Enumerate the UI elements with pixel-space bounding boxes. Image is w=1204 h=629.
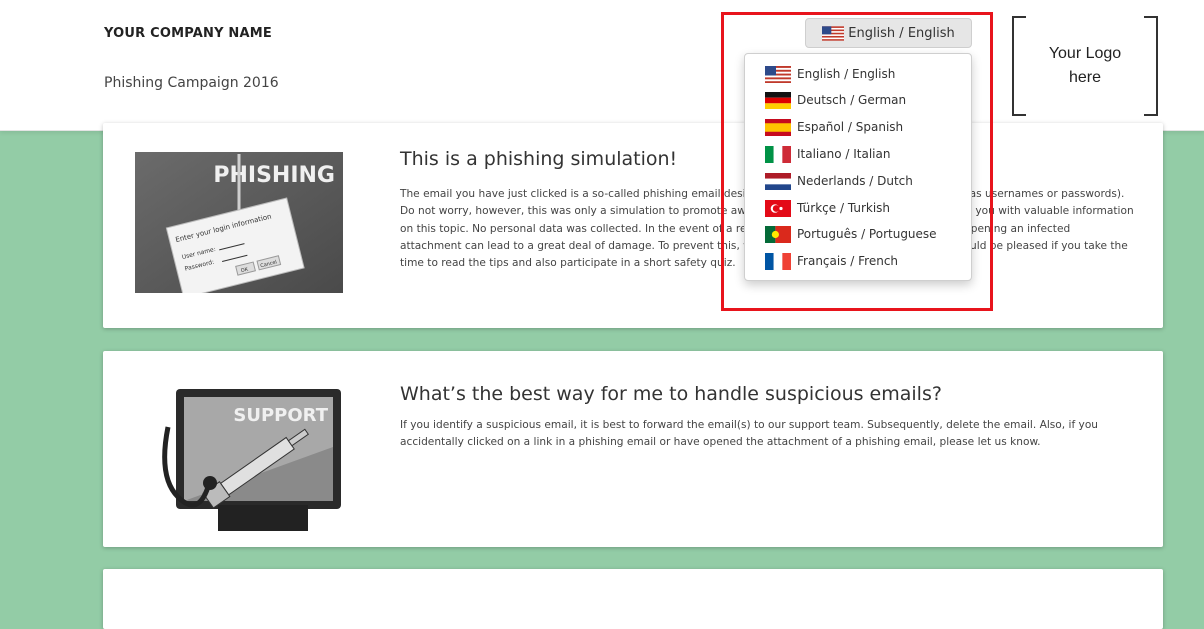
language-option-italian[interactable]: Italiano / Italian <box>765 144 890 164</box>
turkish-flag-icon <box>765 199 791 217</box>
french-flag-icon <box>765 252 791 270</box>
card-title: This is a phishing simulation! <box>400 148 678 170</box>
language-option-french[interactable]: Français / French <box>765 251 898 271</box>
language-select-label: English / English <box>848 25 955 41</box>
card-title: What’s the best way for me to handle sus… <box>400 383 942 405</box>
us-flag-icon <box>765 65 791 83</box>
dutch-flag-icon <box>765 172 791 190</box>
company-logo-placeholder: Your Logo here <box>1012 15 1158 119</box>
us-flag-icon <box>822 25 845 41</box>
logo-text-line1: Your Logo <box>1048 45 1122 62</box>
language-select-button[interactable]: English / English <box>805 18 972 48</box>
language-option-dutch[interactable]: Nederlands / Dutch <box>765 171 913 191</box>
info-card-partial <box>103 569 1163 629</box>
italian-flag-icon <box>765 145 791 163</box>
support-illustration: SUPPORT <box>162 389 341 531</box>
portuguese-flag-icon <box>765 225 791 243</box>
language-option-portuguese[interactable]: Português / Portuguese <box>765 224 937 244</box>
support-image-label: SUPPORT <box>233 405 328 426</box>
spanish-flag-icon <box>765 118 791 136</box>
info-card-phishing: PHISHING Enter your login information Us… <box>103 123 1163 328</box>
info-card-suspicious-emails: SUPPORT What’s the best way for me to ha… <box>103 351 1163 547</box>
card-body: If you identify a suspicious email, it i… <box>400 419 1099 449</box>
language-option-spanish[interactable]: Español / Spanish <box>765 117 903 137</box>
language-option-german[interactable]: Deutsch / German <box>765 90 906 110</box>
language-option-english[interactable]: English / English <box>765 64 895 84</box>
company-name: YOUR COMPANY NAME <box>104 26 272 41</box>
phishing-image-label: PHISHING <box>213 163 335 188</box>
language-option-turkish[interactable]: Türkçe / Turkish <box>765 198 890 218</box>
logo-text-line2: here <box>1068 69 1102 86</box>
german-flag-icon <box>765 91 791 109</box>
page-header: YOUR COMPANY NAME Phishing Campaign 2016… <box>0 0 1204 131</box>
phishing-illustration: PHISHING Enter your login information Us… <box>135 152 343 293</box>
language-dropdown-menu: English / English Deutsch / German Españ… <box>744 53 972 281</box>
campaign-name: Phishing Campaign 2016 <box>104 75 279 91</box>
